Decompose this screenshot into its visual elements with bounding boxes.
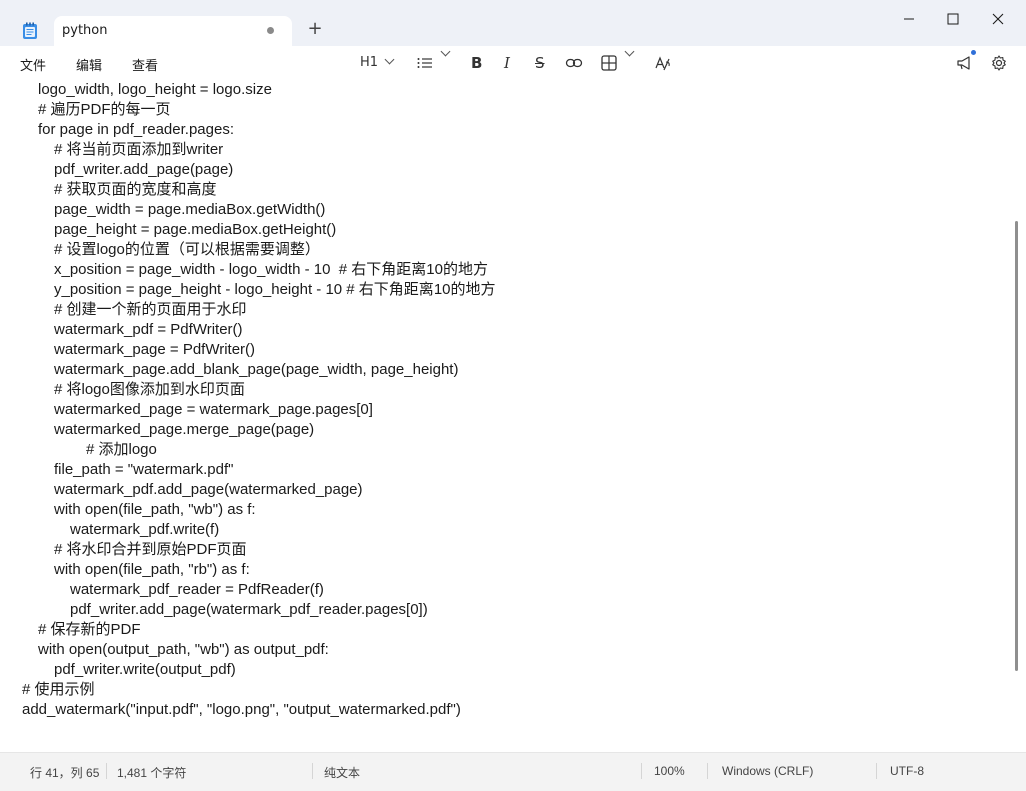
code-line: # 添加logo bbox=[86, 441, 157, 458]
menu-view[interactable]: 查看 bbox=[132, 55, 158, 74]
chevron-down-icon bbox=[440, 46, 451, 57]
tab-title: python bbox=[62, 23, 108, 38]
list-dropdown[interactable] bbox=[416, 46, 451, 73]
code-line: watermarked_page.merge_page(page) bbox=[54, 421, 315, 438]
vertical-scrollbar[interactable] bbox=[1012, 80, 1022, 752]
code-line: watermark_page.add_blank_page(page_width… bbox=[54, 361, 459, 378]
close-button[interactable] bbox=[982, 8, 1014, 32]
strikethrough-button[interactable]: S bbox=[535, 54, 545, 74]
code-line: with open(file_path, "rb") as f: bbox=[54, 561, 250, 578]
tab-python[interactable]: python bbox=[54, 16, 292, 46]
maximize-button[interactable] bbox=[937, 8, 969, 32]
code-line: pdf_writer.write(output_pdf) bbox=[54, 661, 236, 678]
character-count: 1,481 个字符 bbox=[117, 766, 187, 780]
zoom-level[interactable]: 100% bbox=[654, 764, 685, 778]
code-line: pdf_writer.add_page(page) bbox=[54, 161, 234, 178]
link-icon bbox=[565, 58, 583, 68]
text-editor[interactable]: logo_width, logo_height = logo.size # 遍历P… bbox=[0, 80, 1010, 752]
spellcheck-button[interactable] bbox=[654, 54, 672, 74]
table-icon bbox=[601, 55, 617, 71]
line-ending[interactable]: Windows (CRLF) bbox=[722, 764, 813, 778]
code-line: page_height = page.mediaBox.getHeight() bbox=[54, 221, 337, 238]
menu-bar: 文件 编辑 查看 H1 B I S bbox=[0, 46, 1026, 80]
code-line: with open(output_path, "wb") as output_p… bbox=[38, 641, 329, 658]
spellcheck-icon bbox=[655, 56, 670, 71]
encoding[interactable]: UTF-8 bbox=[890, 764, 924, 778]
code-line: # 将当前页面添加到writer bbox=[54, 141, 224, 158]
code-line: pdf_writer.add_page(watermark_pdf_reader… bbox=[70, 601, 428, 618]
code-line: logo_width, logo_height = logo.size bbox=[38, 81, 272, 98]
maximize-icon bbox=[947, 13, 959, 25]
heading-label: H1 bbox=[360, 55, 379, 70]
code-line: y_position = page_height - logo_height -… bbox=[54, 281, 496, 298]
code-line: watermark_pdf_reader = PdfReader(f) bbox=[70, 581, 324, 598]
whats-new-button[interactable] bbox=[956, 53, 974, 73]
table-dropdown[interactable] bbox=[600, 46, 635, 73]
close-icon bbox=[992, 13, 1004, 25]
code-line: add_watermark("input.pdf", "logo.png", "… bbox=[22, 701, 461, 718]
minimize-icon bbox=[904, 18, 914, 20]
link-button[interactable] bbox=[565, 53, 583, 73]
code-line: x_position = page_width - logo_width - 1… bbox=[54, 261, 488, 278]
code-line: # 创建一个新的页面用于水印 bbox=[54, 301, 247, 318]
cursor-position: 行 41，列 65 bbox=[30, 766, 100, 780]
status-bar: 行 41，列 65 1,481 个字符 纯文本 100% Windows (CR… bbox=[0, 752, 1026, 791]
code-line: page_width = page.mediaBox.getWidth() bbox=[54, 201, 326, 218]
gear-icon bbox=[992, 55, 1006, 71]
scrollbar-thumb[interactable] bbox=[1015, 221, 1018, 671]
code-line: watermarked_page = watermark_page.pages[… bbox=[54, 401, 373, 418]
notification-dot bbox=[971, 50, 976, 55]
unsaved-indicator[interactable] bbox=[267, 27, 274, 34]
code-line: # 将水印合并到原始PDF页面 bbox=[54, 541, 247, 558]
notepad-app-icon bbox=[23, 22, 37, 39]
italic-button[interactable]: I bbox=[504, 54, 510, 74]
menu-edit[interactable]: 编辑 bbox=[76, 55, 102, 74]
code-line: # 将logo图像添加到水印页面 bbox=[54, 381, 245, 398]
divider bbox=[707, 763, 708, 779]
code-line: # 设置logo的位置（可以根据需要调整） bbox=[54, 241, 320, 258]
code-line: # 使用示例 bbox=[22, 681, 95, 698]
minimize-button[interactable] bbox=[894, 8, 926, 32]
code-line: for page in pdf_reader.pages: bbox=[38, 121, 234, 138]
code-line: # 遍历PDF的每一页 bbox=[38, 101, 171, 118]
divider bbox=[641, 763, 642, 779]
divider bbox=[876, 763, 877, 779]
settings-button[interactable] bbox=[990, 53, 1008, 73]
divider bbox=[106, 763, 107, 779]
menu-file[interactable]: 文件 bbox=[20, 55, 46, 74]
divider bbox=[312, 763, 313, 779]
code-line: watermark_pdf.add_page(watermarked_page) bbox=[54, 481, 363, 498]
new-tab-button[interactable]: + bbox=[305, 19, 325, 39]
code-line: watermark_pdf = PdfWriter() bbox=[54, 321, 243, 338]
code-line: with open(file_path, "wb") as f: bbox=[54, 501, 256, 518]
code-line: watermark_page = PdfWriter() bbox=[54, 341, 256, 358]
chevron-down-icon bbox=[384, 54, 395, 65]
megaphone-icon bbox=[957, 56, 970, 70]
chevron-down-icon bbox=[624, 46, 635, 57]
notepad-window: python + 文件 编辑 查看 H1 B I S logo_width, l… bbox=[0, 0, 1026, 791]
title-bar: python + bbox=[0, 0, 1026, 46]
text-format: 纯文本 bbox=[324, 766, 361, 780]
code-line: file_path = "watermark.pdf" bbox=[54, 461, 234, 478]
bold-button[interactable]: B bbox=[471, 54, 482, 74]
heading-dropdown[interactable]: H1 bbox=[360, 54, 395, 75]
code-line: watermark_pdf.write(f) bbox=[70, 521, 220, 538]
code-line: # 获取页面的宽度和高度 bbox=[54, 181, 217, 198]
code-line: # 保存新的PDF bbox=[38, 621, 141, 638]
list-icon bbox=[417, 58, 432, 68]
